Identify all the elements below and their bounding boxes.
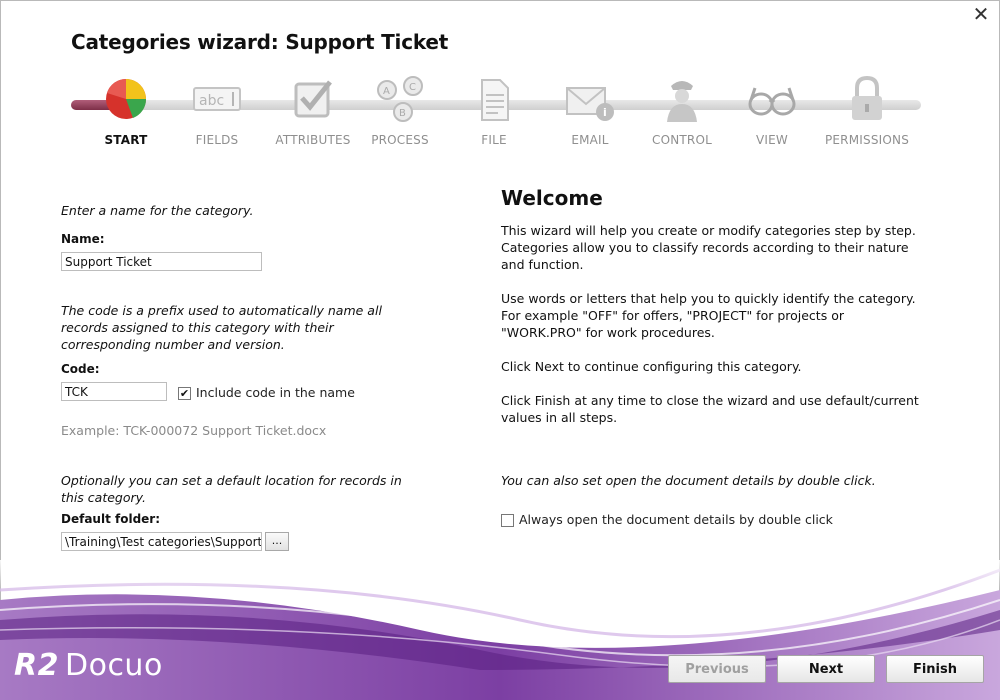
window-title: Categories wizard: Support Ticket bbox=[71, 30, 449, 54]
email-icon: i bbox=[566, 87, 614, 121]
close-icon[interactable]: ✕ bbox=[970, 3, 992, 25]
browse-folder-button[interactable]: ... bbox=[265, 532, 289, 551]
welcome-paragraph: Click Next to continue configuring this … bbox=[501, 359, 802, 374]
step-label: FIELDS bbox=[195, 133, 239, 147]
step-label: VIEW bbox=[756, 133, 788, 147]
step-view[interactable]: VIEW bbox=[717, 70, 827, 150]
svg-text:abc: abc bbox=[199, 93, 224, 109]
code-input[interactable]: TCK bbox=[61, 382, 167, 401]
double-click-note: You can also set open the document detai… bbox=[501, 473, 876, 488]
double-click-checkbox-label: Always open the document details by doub… bbox=[519, 512, 833, 527]
double-click-checkbox[interactable] bbox=[501, 514, 514, 527]
checkbox-icon bbox=[294, 80, 332, 118]
welcome-paragraph: This wizard will help you create or modi… bbox=[501, 223, 916, 272]
r2-docuo-logo: R2 Docuo bbox=[14, 648, 163, 683]
security-guard-icon bbox=[667, 81, 697, 122]
name-label: Name: bbox=[61, 232, 105, 246]
text-field-icon: abc bbox=[193, 87, 241, 111]
folder-label: Default folder: bbox=[61, 512, 161, 526]
svg-text:A: A bbox=[383, 86, 390, 97]
step-fields[interactable]: abc FIELDS bbox=[162, 70, 272, 150]
finish-button[interactable]: Finish bbox=[886, 655, 984, 683]
welcome-paragraph: Use words or letters that help you to qu… bbox=[501, 291, 916, 340]
svg-text:i: i bbox=[603, 106, 607, 119]
code-intro: The code is a prefix used to automatical… bbox=[61, 303, 382, 352]
previous-button[interactable]: Previous bbox=[668, 655, 766, 683]
svg-text:B: B bbox=[399, 108, 406, 119]
folder-input[interactable]: \Training\Test categories\Support Tic bbox=[61, 532, 262, 551]
step-label: FILE bbox=[481, 133, 507, 147]
glasses-icon bbox=[748, 87, 796, 116]
example-text: Example: TCK-000072 Support Ticket.docx bbox=[61, 423, 327, 438]
include-code-checkbox[interactable]: ✔ bbox=[178, 387, 191, 400]
step-label: PERMISSIONS bbox=[824, 133, 910, 147]
include-code-label: Include code in the name bbox=[196, 385, 355, 400]
process-icon: A C B bbox=[377, 76, 423, 122]
welcome-title: Welcome bbox=[501, 186, 603, 210]
name-input[interactable]: Support Ticket bbox=[61, 252, 262, 271]
welcome-paragraph: Click Finish at any time to close the wi… bbox=[501, 393, 919, 425]
pie-chart-icon bbox=[106, 79, 147, 119]
svg-text:C: C bbox=[409, 82, 416, 93]
next-button[interactable]: Next bbox=[777, 655, 875, 683]
step-permissions[interactable]: PERMISSIONS bbox=[812, 70, 922, 150]
code-label: Code: bbox=[61, 362, 100, 376]
folder-intro: Optionally you can set a default locatio… bbox=[61, 473, 402, 505]
step-file[interactable]: FILE bbox=[439, 70, 549, 150]
name-intro: Enter a name for the category. bbox=[61, 203, 254, 218]
padlock-icon bbox=[852, 75, 882, 120]
document-icon bbox=[481, 79, 509, 121]
